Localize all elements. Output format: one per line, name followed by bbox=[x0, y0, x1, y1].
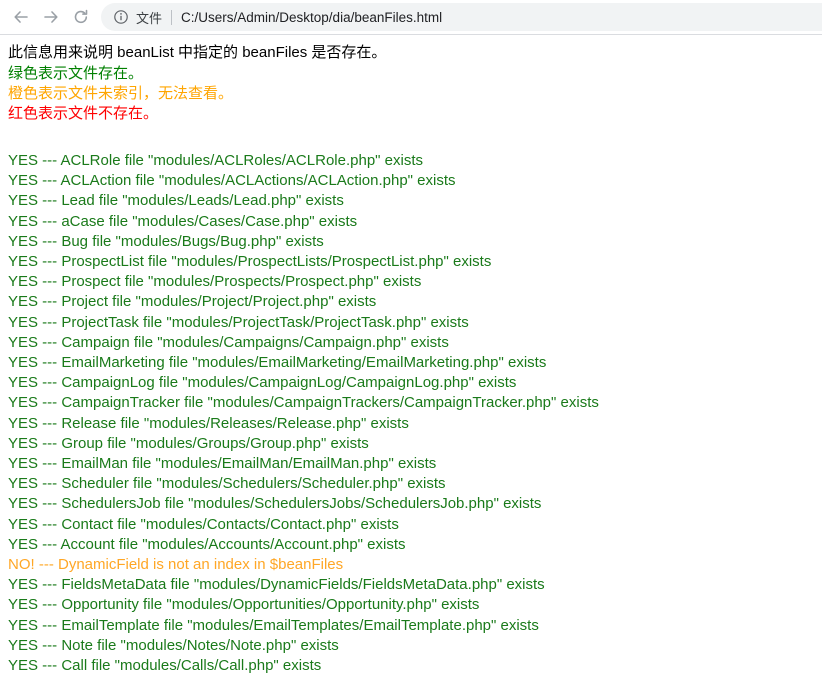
arrow-right-icon bbox=[42, 8, 60, 26]
bean-file-result-line: YES --- Note file "modules/Notes/Note.ph… bbox=[8, 636, 339, 654]
intro-text: 此信息用来说明 beanList 中指定的 beanFiles 是否存在。 bbox=[8, 44, 387, 61]
reload-button[interactable] bbox=[66, 2, 96, 32]
bean-file-result-line: YES --- Prospect file "modules/Prospects… bbox=[8, 273, 422, 291]
info-circle-icon[interactable] bbox=[113, 9, 129, 25]
url-scheme-label: 文件 bbox=[136, 10, 163, 26]
bean-file-result-line: YES --- FieldsMetaData file "modules/Dyn… bbox=[8, 576, 545, 594]
bean-file-result-line: YES --- Opportunity file "modules/Opport… bbox=[8, 596, 480, 614]
bean-file-result-line: YES --- Project file "modules/Project/Pr… bbox=[8, 293, 377, 311]
bean-file-result-line: YES --- aCase file "modules/Cases/Case.p… bbox=[8, 212, 358, 230]
browser-toolbar: 文件 C:/Users/Admin/Desktop/dia/beanFiles.… bbox=[0, 0, 822, 35]
page-content: 此信息用来说明 beanList 中指定的 beanFiles 是否存在。 绿色… bbox=[0, 35, 822, 689]
bean-file-result-line: YES --- Contact file "modules/Contacts/C… bbox=[8, 515, 399, 533]
bean-file-result-line: YES --- EmailMarketing file "modules/Ema… bbox=[8, 354, 547, 372]
bean-file-result-line: YES --- Release file "modules/Releases/R… bbox=[8, 414, 409, 432]
bean-file-result-line: YES --- Bug file "modules/Bugs/Bug.php" … bbox=[8, 232, 324, 250]
arrow-left-icon bbox=[12, 8, 30, 26]
bean-file-result-line: YES --- CampaignTracker file "modules/Ca… bbox=[8, 394, 599, 412]
bean-file-result-line: YES --- Account file "modules/Accounts/A… bbox=[8, 535, 406, 553]
bean-file-result-line: YES --- EmailTemplate file "modules/Emai… bbox=[8, 616, 539, 634]
bean-file-result-line: YES --- Scheduler file "modules/Schedule… bbox=[8, 475, 446, 493]
reload-icon bbox=[72, 8, 90, 26]
legend-red: 红色表示文件不存在。 bbox=[8, 105, 159, 122]
bean-file-result-line: YES --- Campaign file "modules/Campaigns… bbox=[8, 333, 449, 351]
address-bar[interactable]: 文件 C:/Users/Admin/Desktop/dia/beanFiles.… bbox=[101, 3, 822, 31]
bean-file-result-line: YES --- ProspectList file "modules/Prosp… bbox=[8, 253, 492, 271]
back-button[interactable] bbox=[6, 2, 36, 32]
bean-file-result-line: YES --- SchedulersJob file "modules/Sche… bbox=[8, 495, 542, 513]
legend-orange: 橙色表示文件未索引，无法查看。 bbox=[8, 85, 234, 102]
bean-file-result-line: YES --- ProjectTask file "modules/Projec… bbox=[8, 313, 469, 331]
bean-file-result-line: YES --- Call file "modules/Calls/Call.ph… bbox=[8, 657, 322, 675]
bean-file-result-line: NO! --- DynamicField is not an index in … bbox=[8, 556, 344, 574]
bean-files-result-list: YES --- ACLRole file "modules/ACLRoles/A… bbox=[8, 151, 822, 676]
bean-file-result-line: YES --- ACLRole file "modules/ACLRoles/A… bbox=[8, 152, 423, 169]
bean-file-result-line: YES --- EmailMan file "modules/EmailMan/… bbox=[8, 455, 437, 473]
bean-file-result-line: YES --- Group file "modules/Groups/Group… bbox=[8, 434, 369, 452]
url-text[interactable]: C:/Users/Admin/Desktop/dia/beanFiles.htm… bbox=[181, 10, 442, 25]
bean-file-result-line: YES --- ACLAction file "modules/ACLActio… bbox=[8, 172, 456, 190]
forward-button[interactable] bbox=[36, 2, 66, 32]
bean-file-result-line: YES --- CampaignLog file "modules/Campai… bbox=[8, 374, 517, 392]
legend-green: 绿色表示文件存在。 bbox=[8, 65, 144, 82]
omnibox-separator bbox=[171, 9, 173, 25]
bean-file-result-line: YES --- Lead file "modules/Leads/Lead.ph… bbox=[8, 192, 344, 210]
